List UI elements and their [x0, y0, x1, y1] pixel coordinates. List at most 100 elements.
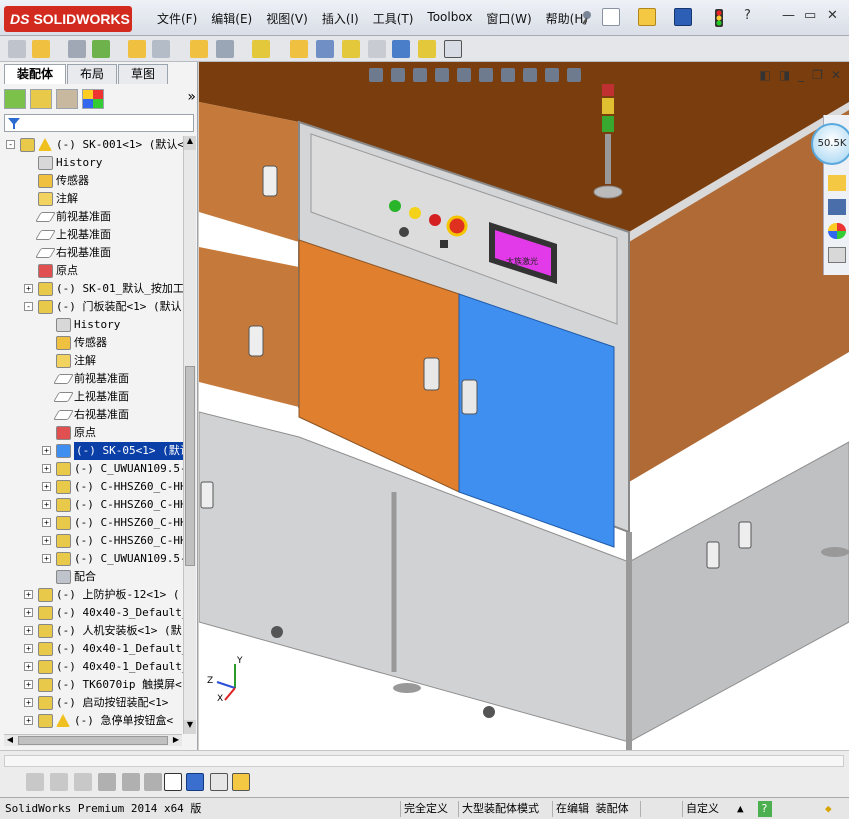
show-hidden-icon[interactable]	[190, 40, 208, 58]
tree-item[interactable]: 上视基准面	[4, 388, 184, 406]
viewport-restore-button[interactable]: ❐	[812, 68, 823, 82]
tree-item[interactable]: 配合	[4, 568, 184, 586]
tab-assembly[interactable]: 装配体	[4, 64, 67, 84]
hide-show-items-icon[interactable]	[501, 68, 515, 82]
appearances-icon[interactable]	[828, 223, 846, 239]
assembly-icon[interactable]	[8, 40, 26, 58]
expand-icon[interactable]: +	[24, 716, 33, 725]
grid-icon[interactable]	[122, 773, 140, 791]
tree-item[interactable]: + (-) TK6070ip 触摸屏<	[4, 676, 184, 694]
tree-item[interactable]: + (-) C-HHSZ60_C-HH	[4, 478, 184, 496]
shaded-edges-icon[interactable]	[50, 773, 68, 791]
tree-item[interactable]: - (-) 门板装配<1> (默认	[4, 298, 184, 316]
tree-item[interactable]: + (-) 40x40-1_Default_	[4, 658, 184, 676]
previous-view-icon[interactable]	[413, 68, 427, 82]
edit-appearance-icon[interactable]	[523, 68, 537, 82]
close-button[interactable]: ✕	[827, 8, 838, 23]
feature-manager-icon[interactable]	[4, 89, 26, 109]
tree-item[interactable]: + (-) 急停单按钮盒<	[4, 712, 184, 730]
mate-icon[interactable]	[68, 40, 86, 58]
reference-geometry-icon[interactable]	[252, 40, 270, 58]
expand-icon[interactable]: +	[24, 626, 33, 635]
tree-item[interactable]: 原点	[4, 262, 184, 280]
collapse-icon[interactable]: -	[6, 140, 15, 149]
rebuild-traffic-light-icon[interactable]	[710, 8, 728, 27]
expand-icon[interactable]: +	[24, 698, 33, 707]
viewport-minimize-button[interactable]: _	[798, 68, 804, 82]
tree-vertical-scrollbar[interactable]: ▲ ▼	[183, 136, 196, 734]
move-component-icon[interactable]	[152, 40, 170, 58]
tree-horizontal-scrollbar[interactable]: ◀ ▶	[4, 734, 182, 746]
custom-properties-icon[interactable]	[828, 247, 846, 263]
expand-icon[interactable]: +	[42, 554, 51, 563]
units-dropdown-icon[interactable]: ▲	[734, 801, 747, 817]
tag-icon[interactable]: ◆	[822, 801, 835, 817]
view-settings-icon[interactable]	[567, 68, 581, 82]
expand-icon[interactable]: +	[24, 644, 33, 653]
tree-item[interactable]: + (-) SK-05<1> (默认	[4, 442, 184, 460]
tab-sketch[interactable]: 草图	[118, 64, 169, 84]
tab-layout[interactable]: 布局	[67, 64, 118, 84]
insert-component-icon[interactable]	[32, 40, 50, 58]
dimension-icon[interactable]	[144, 773, 162, 791]
file-explorer-icon[interactable]	[828, 199, 846, 215]
expand-icon[interactable]: +	[42, 446, 51, 455]
table-icon[interactable]	[210, 773, 228, 791]
collapse-icon[interactable]: -	[24, 302, 33, 311]
shaded-icon[interactable]	[26, 773, 44, 791]
graphics-area[interactable]: 大族激光 ◧ ◨ _ ❐ ✕ Y Z X	[199, 62, 849, 750]
viewport-close-button[interactable]: ✕	[831, 68, 841, 82]
configuration-manager-icon[interactable]	[56, 89, 78, 109]
design-library-icon[interactable]	[828, 175, 846, 191]
machine-model[interactable]	[199, 62, 849, 750]
scroll-right-icon[interactable]: ▶	[170, 735, 182, 746]
tree-item[interactable]: + (-) 40x40-1_Default_	[4, 640, 184, 658]
save-icon[interactable]	[674, 8, 692, 26]
expand-panel-icon[interactable]: »	[187, 89, 196, 111]
open-folder-icon[interactable]	[638, 8, 656, 26]
expand-icon[interactable]: +	[24, 662, 33, 671]
expand-icon[interactable]: +	[42, 518, 51, 527]
scroll-left-icon[interactable]: ◀	[4, 735, 16, 746]
scroll-up-icon[interactable]: ▲	[184, 136, 196, 150]
tree-item[interactable]: + (-) 40x40-3_Default_	[4, 604, 184, 622]
tree-filter-input[interactable]	[4, 114, 194, 132]
interference-icon[interactable]	[418, 40, 436, 58]
expand-icon[interactable]: +	[42, 536, 51, 545]
tree-item[interactable]: + (-) C-HHSZ60_C-HH	[4, 496, 184, 514]
restore-button[interactable]: ▭	[804, 8, 816, 23]
expand-icon[interactable]: +	[42, 482, 51, 491]
tree-item[interactable]: 注解	[4, 352, 184, 370]
menu-insert[interactable]: 插入(I)	[315, 10, 366, 27]
smart-fasteners-icon[interactable]	[128, 40, 146, 58]
expand-icon[interactable]: +	[42, 464, 51, 473]
tree-item[interactable]: History	[4, 316, 184, 334]
viewport-prev-icon[interactable]: ◧	[759, 68, 770, 82]
expand-icon[interactable]: +	[42, 500, 51, 509]
tree-item[interactable]: 右视基准面	[4, 406, 184, 424]
wireframe-icon[interactable]	[98, 773, 116, 791]
section-view-icon[interactable]	[435, 68, 449, 82]
property-manager-icon[interactable]	[30, 89, 52, 109]
new-document-icon[interactable]	[602, 8, 620, 26]
tree-item[interactable]: + (-) C_UWUAN109.5-	[4, 550, 184, 568]
linear-pattern-icon[interactable]	[92, 40, 110, 58]
help-icon[interactable]: ?	[744, 8, 751, 23]
tree-item[interactable]: 前视基准面	[4, 208, 184, 226]
tree-item[interactable]: + (-) C_UWUAN109.5-	[4, 460, 184, 478]
expand-icon[interactable]: +	[24, 680, 33, 689]
zoom-area-icon[interactable]	[391, 68, 405, 82]
expand-icon[interactable]: +	[24, 284, 33, 293]
tree-item[interactable]: + (-) SK-01_默认_按加工	[4, 280, 184, 298]
pin-icon[interactable]	[578, 8, 596, 26]
scrollbar-thumb[interactable]	[185, 366, 195, 566]
new-motion-study-icon[interactable]	[290, 40, 308, 58]
scroll-down-icon[interactable]: ▼	[184, 720, 196, 734]
expand-icon[interactable]: +	[24, 590, 33, 599]
tree-item[interactable]: 上视基准面	[4, 226, 184, 244]
tree-item[interactable]: 右视基准面	[4, 244, 184, 262]
tree-item[interactable]: - (-) SK-001<1> (默认<显	[4, 136, 184, 154]
tree-item[interactable]: + (-) C-HHSZ60_C-HH	[4, 514, 184, 532]
tree-item[interactable]: + (-) 启动按钮装配<1>	[4, 694, 184, 712]
tree-item[interactable]: + (-) 人机安装板<1> (默	[4, 622, 184, 640]
